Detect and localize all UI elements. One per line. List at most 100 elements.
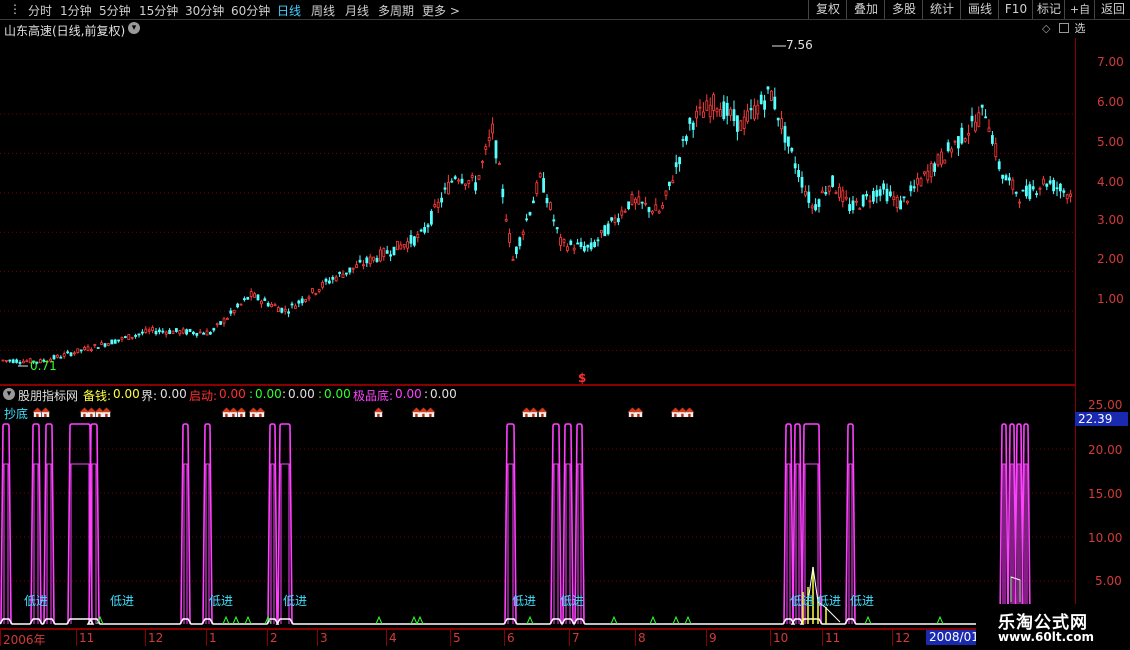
tab-monthly[interactable]: 月线 [345, 2, 369, 19]
restore-rights-button[interactable]: 复权 [808, 0, 847, 19]
candle [756, 99, 760, 120]
mark-button[interactable]: 标记 [1032, 0, 1065, 19]
candle [698, 99, 702, 116]
candle [695, 105, 698, 128]
add-watchlist-button[interactable]: +自选 [1064, 0, 1095, 35]
candle [361, 259, 365, 270]
tab-30min[interactable]: 30分钟 [185, 2, 224, 19]
candle [178, 329, 182, 337]
candle [113, 338, 117, 344]
candle [790, 147, 794, 154]
green-marker [410, 615, 418, 625]
candle [1055, 181, 1059, 197]
tab-fenshi[interactable]: 分时 [28, 2, 52, 19]
tab-more[interactable]: 更多 > [422, 2, 460, 19]
candle [909, 181, 913, 197]
tab-1min[interactable]: 1分钟 [60, 2, 92, 19]
candle [549, 201, 552, 211]
candle [467, 179, 471, 189]
candle [497, 161, 501, 165]
candle [1069, 189, 1072, 203]
date-tick [0, 630, 1, 646]
candle [766, 86, 770, 94]
tab-15min[interactable]: 15分钟 [139, 2, 178, 19]
candle [749, 99, 753, 120]
candle [107, 342, 110, 347]
indicator-chart[interactable] [0, 402, 1076, 628]
candle [375, 255, 379, 263]
date-tick-label: 10 [773, 631, 789, 645]
candle [545, 194, 549, 208]
overlay-button[interactable]: 叠加 [846, 0, 885, 19]
candle [382, 247, 386, 261]
candle [348, 267, 352, 275]
candle [426, 222, 430, 233]
candle [593, 239, 596, 248]
candle [25, 359, 29, 363]
tab-multi-period[interactable]: 多周期 [378, 2, 414, 19]
tab-weekly[interactable]: 周线 [311, 2, 335, 19]
date-tick [76, 630, 77, 646]
ind-y-tick-label: 15.00 [1088, 487, 1123, 501]
candle [552, 214, 556, 227]
window-toggle-icon[interactable] [1059, 23, 1069, 33]
candle [664, 190, 668, 200]
candle [528, 211, 532, 217]
candle [583, 241, 586, 253]
candle [389, 250, 393, 262]
candle [429, 209, 433, 227]
multi-stock-button[interactable]: 多股 [884, 0, 923, 19]
candle [198, 329, 202, 334]
candle [844, 190, 848, 201]
candle [215, 322, 219, 328]
tab-60min[interactable]: 60分钟 [231, 2, 270, 19]
date-tick-label: 2 [270, 631, 278, 645]
candle [280, 307, 284, 314]
candle [402, 243, 406, 250]
candlestick-chart[interactable] [0, 38, 1076, 385]
candle [440, 192, 444, 208]
date-tick [450, 630, 451, 646]
candle [307, 294, 311, 302]
y-tick-label: 4.00 [1097, 175, 1124, 189]
candle [841, 186, 845, 208]
green-marker [672, 615, 680, 625]
candle [134, 333, 138, 339]
signal-pulse [67, 423, 93, 625]
date-tick [145, 630, 146, 646]
candle [970, 107, 974, 128]
candle [256, 293, 260, 301]
candle [518, 236, 522, 250]
green-marker [864, 615, 872, 625]
back-button[interactable]: 返回 [1094, 0, 1130, 19]
candle [1021, 189, 1025, 192]
candle [729, 106, 732, 122]
candle [824, 186, 828, 196]
f10-button[interactable]: F10 [998, 0, 1033, 19]
candle [1025, 179, 1028, 199]
candle [501, 184, 505, 204]
candle [640, 201, 644, 209]
statistics-button[interactable]: 统计 [922, 0, 961, 19]
tab-daily[interactable]: 日线 [277, 2, 301, 19]
candle [59, 355, 63, 359]
diamond-icon[interactable]: ◇ [1042, 22, 1050, 35]
watermark-box: 乐淘公式网 www.60lt.com [976, 604, 1130, 650]
candle [355, 260, 359, 269]
candle [484, 143, 488, 156]
y-tick-label: 3.00 [1097, 213, 1124, 227]
signal-pulse-inner [1024, 463, 1028, 624]
candle [997, 158, 1001, 172]
candle [338, 271, 342, 277]
tab-5min[interactable]: 5分钟 [99, 2, 131, 19]
ind-y-tick-label: 5.00 [1095, 574, 1122, 588]
candle [147, 327, 151, 335]
signal-pulse-inner [270, 463, 275, 624]
candle [446, 174, 450, 195]
candle [569, 239, 573, 246]
chevron-down-icon[interactable]: ▾ [128, 22, 140, 34]
candle [90, 347, 93, 353]
candle [804, 185, 807, 198]
candle [651, 209, 654, 216]
draw-line-button[interactable]: 画线 [960, 0, 999, 19]
